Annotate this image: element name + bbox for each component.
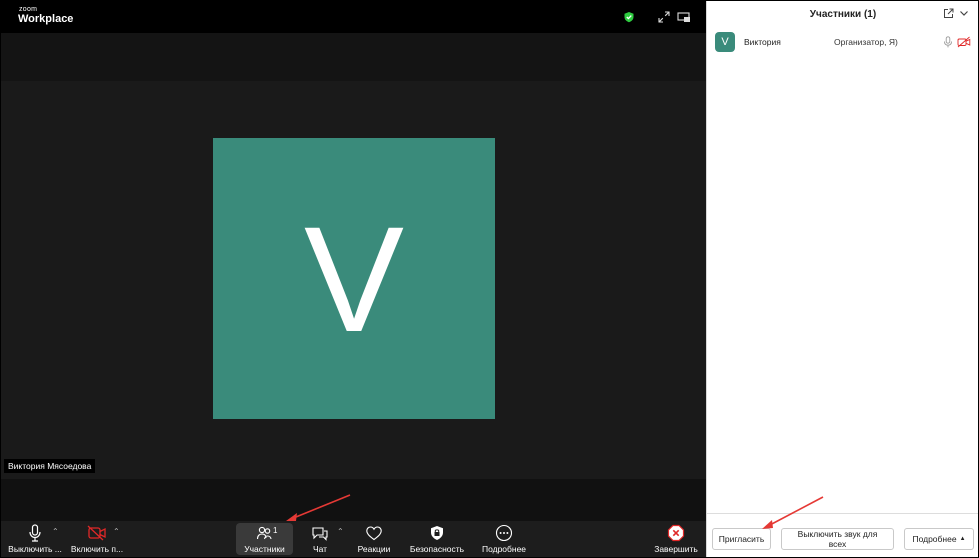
panel-more-label: Подробнее [912, 534, 957, 544]
more-label: Подробнее [481, 544, 527, 554]
chat-button[interactable]: Чат [305, 523, 335, 555]
avatar: V [715, 32, 735, 52]
reactions-label: Реакции [357, 544, 391, 554]
security-shield-icon [431, 526, 443, 540]
end-label: Завершить [654, 544, 698, 554]
caret-up-icon: ▲ [959, 536, 966, 542]
mute-all-button[interactable]: Выключить звук для всех [781, 528, 894, 550]
reactions-button[interactable]: Реакции [353, 523, 395, 555]
chat-icon [312, 527, 328, 541]
panel-more-button[interactable]: Подробнее ▲ [904, 528, 974, 550]
encryption-shield-icon[interactable] [623, 11, 635, 23]
video-top-strip [1, 33, 706, 81]
microphone-icon[interactable] [943, 36, 953, 48]
meeting-top-bar: zoom Workplace [1, 1, 706, 33]
meeting-area: zoom Workplace V Виктория Мясоедова Выкл… [1, 1, 706, 557]
invite-button[interactable]: Пригласить [712, 528, 771, 550]
popout-icon[interactable] [943, 8, 954, 19]
chat-label: Чат [312, 544, 328, 554]
video-camera-off-icon[interactable] [957, 36, 971, 48]
more-button[interactable]: Подробнее [477, 523, 531, 555]
mute-label: Выключить ... [8, 544, 62, 554]
participant-role: Организатор, Я) [834, 37, 898, 47]
security-button[interactable]: Безопасность [406, 523, 468, 555]
participants-panel: Участники (1) V Виктория Организатор, Я)… [706, 1, 978, 557]
participant-video-tile: V [213, 138, 495, 419]
participant-name-tag: Виктория Мясоедова [4, 459, 96, 473]
microphone-icon [29, 524, 41, 542]
participants-count-badge: 1 [273, 526, 278, 535]
panel-title: Участники (1) [809, 9, 877, 20]
participant-name: Виктория [744, 37, 781, 47]
fullscreen-icon[interactable] [658, 11, 670, 23]
meeting-toolbar: Выключить ... ⌃ Включить п... ⌃ 1 Участн… [1, 521, 706, 557]
video-camera-off-icon [87, 525, 106, 541]
participants-button[interactable]: 1 Участники [236, 523, 293, 555]
security-label: Безопасность [409, 544, 465, 554]
end-meeting-button[interactable]: Завершить [651, 523, 701, 555]
chevron-down-icon[interactable] [958, 7, 970, 19]
heart-icon [366, 526, 382, 541]
more-dots-icon [495, 524, 513, 542]
view-layout-icon[interactable] [677, 11, 691, 23]
video-options-caret[interactable]: ⌃ [113, 527, 120, 536]
audio-options-caret[interactable]: ⌃ [52, 527, 59, 536]
app-window: zoom Workplace V Виктория Мясоедова Выкл… [0, 0, 979, 558]
participant-row[interactable]: V Виктория Организатор, Я) [707, 31, 978, 53]
panel-footer: Пригласить Выключить звук для всех Подро… [707, 513, 978, 557]
participants-icon [256, 526, 272, 540]
end-x-icon [667, 524, 685, 542]
video-label: Включить п... [70, 544, 124, 554]
zoom-logo-small: zoom [19, 6, 38, 13]
zoom-workplace-logo: Workplace [18, 13, 74, 25]
chat-options-caret[interactable]: ⌃ [337, 527, 344, 536]
participant-initial: V [303, 194, 405, 363]
video-bottom-strip [1, 479, 706, 521]
participants-label: Участники [244, 544, 285, 554]
